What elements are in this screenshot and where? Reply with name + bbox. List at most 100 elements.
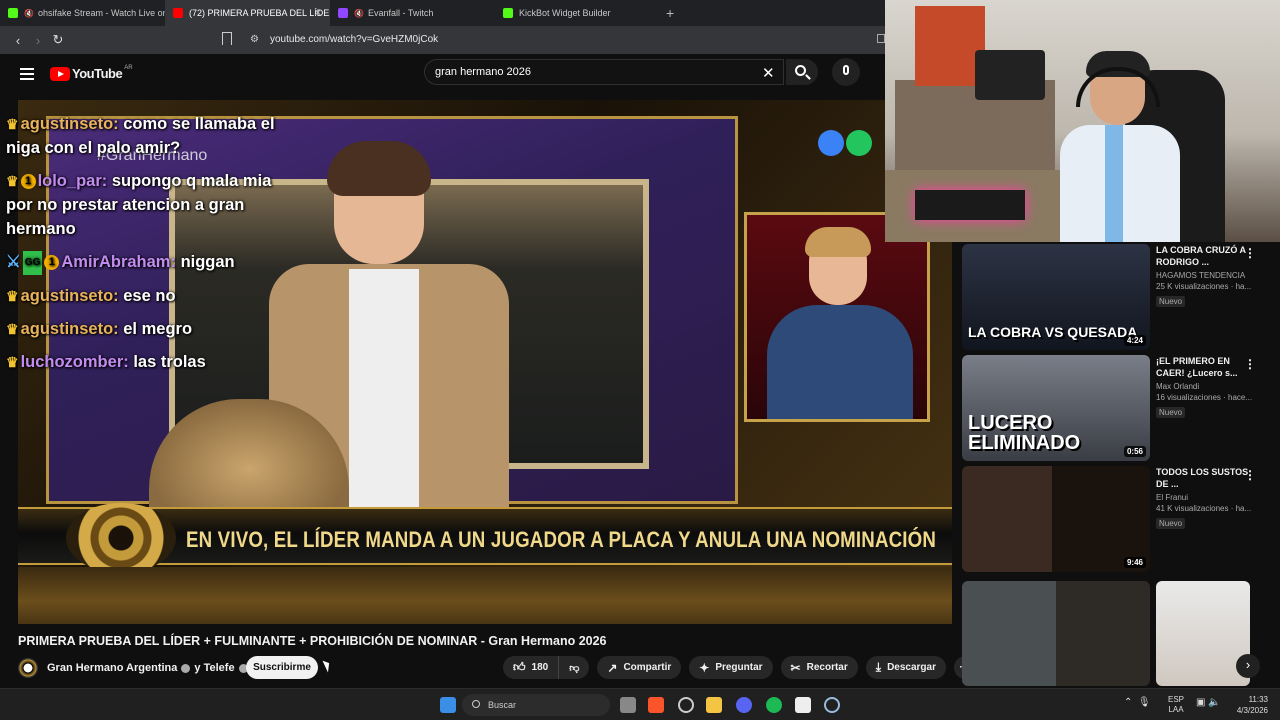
app-icon[interactable] [795,697,811,713]
discord-icon[interactable] [736,697,752,713]
close-tab-icon[interactable]: ✕ [314,8,322,19]
tab-youtube[interactable]: (72) PRIMERA PRUEBA DEL LÍDER ✕ [165,0,330,26]
rec-title[interactable]: LA COBRA CRUZÓ A RODRIGO ... [1156,244,1256,268]
banner-text: EN VIVO, EL LÍDER MANDA A UN JUGADOR A P… [186,527,937,552]
video-thumbnail[interactable] [962,581,1150,686]
twitch-icon [338,8,348,18]
kick-icon [8,8,18,18]
recommendation-item[interactable]: 9:46 TODOS LOS SUSTOS DE ... El Franui 4… [962,466,1272,572]
channel-row: Gran Hermano Argentina y Telefe [18,656,252,680]
windows-start-icon[interactable] [440,697,456,713]
search-icon [472,700,480,708]
chevron-right-icon[interactable]: › [1236,654,1260,678]
more-options-icon[interactable]: ⋮ [1244,246,1256,260]
chat-user: agustinseto: [20,115,119,133]
download-icon: ⤓ [875,660,882,674]
folder-icon[interactable] [706,697,722,713]
crown-icon: ♛ [6,320,19,337]
brave-icon[interactable] [648,697,664,713]
browser-icon[interactable] [678,697,694,713]
ask-button[interactable]: ✦ Preguntar [689,656,773,679]
clear-search-icon[interactable]: ✕ [762,64,775,82]
extension-icon[interactable] [877,34,885,43]
rec-channel[interactable]: Max Orlandi [1156,382,1256,391]
tab-label: (72) PRIMERA PRUEBA DEL LÍDER [189,8,330,18]
kickbot-icon [503,8,513,18]
video-bottom-strip [18,567,952,624]
chat-text: el megro [123,319,193,338]
network-volume-icons[interactable]: ▣ 🔈 [1196,697,1221,708]
chat-message: ♛ 1 lolo_par: supongo q mala mia por no pr… [6,169,276,241]
youtube-logo[interactable]: YouTube AR [50,65,133,81]
bookmark-icon[interactable] [222,32,232,45]
address-bar: ‹ › ↻ ⚙ youtube.com/watch?v=GveHZM0jCok [0,26,885,54]
thumbs-down-icon: 👎︎ [569,662,580,674]
chat-text: las trolas [133,352,206,371]
mouse-cursor [322,658,333,673]
mute-icon[interactable]: 🔇 [354,9,364,18]
recommendation-item[interactable]: LA COBRA VS QUESADA 4:24 LA COBRA CRUZÓ … [962,244,1272,350]
taskbar-search-label: Buscar [488,700,517,710]
recommendation-info: LA COBRA CRUZÓ A RODRIGO ... HAGAMOS TEN… [1156,244,1256,309]
subscribe-button[interactable]: Suscribirme [246,656,318,679]
more-options-icon[interactable]: ⋮ [1244,357,1256,371]
tab-kickbot[interactable]: KickBot Widget Builder [495,0,660,26]
share-button[interactable]: ↗ Compartir [597,656,682,679]
site-info-icon[interactable]: ⚙ [250,34,259,45]
like-dislike-group: 👍︎ 180 👎︎ [503,656,590,679]
channel-avatar[interactable] [18,658,38,678]
thumbs-up-icon: 👍︎ [513,660,526,674]
rec-title[interactable]: ¡EL PRIMERO EN CAER! ¿Lucero s... [1156,355,1256,379]
url-field[interactable]: youtube.com/watch?v=GveHZM0jCok [270,34,438,45]
language-indicator[interactable]: ESP LAA [1168,695,1184,715]
channel-name[interactable]: Gran Hermano Argentina [47,662,177,674]
scissors-icon: ✂ [790,660,801,675]
streamer-figure [1060,51,1180,242]
clock[interactable]: 11:33 4/3/2026 [1232,694,1268,716]
video-thumbnail[interactable]: LUCERO ELIMINADO 0:56 [962,355,1150,461]
dislike-button[interactable]: 👎︎ [559,662,589,674]
c-app-icon[interactable] [824,697,840,713]
new-badge: Nuevo [1156,296,1186,307]
more-options-icon[interactable]: ⋮ [1244,468,1256,482]
video-thumbnail[interactable]: 9:46 [962,466,1150,572]
sparkle-icon: ✦ [699,660,710,675]
clip-label: Recortar [806,662,848,673]
chat-user: agustinseto: [20,286,119,305]
share-icon: ↗ [607,660,618,675]
tab-twitch[interactable]: 🔇 Evanfall - Twitch [330,0,495,26]
tab-kick[interactable]: 🔇 ohsifake Stream - Watch Live on [0,0,165,26]
search-button[interactable] [786,59,818,85]
like-button[interactable]: 👍︎ 180 [503,656,560,679]
download-button[interactable]: ⤓ Descargar [865,656,946,679]
rec-title[interactable]: TODOS LOS SUSTOS DE ... [1156,466,1256,490]
clock-time: 11:33 [1248,695,1268,704]
search-input[interactable]: gran hermano 2026 [424,59,784,85]
recommendation-item[interactable] [962,581,1252,686]
rec-channel[interactable]: El Franui [1156,493,1256,502]
voice-search-button[interactable] [832,58,860,86]
download-label: Descargar [887,662,936,673]
channel-collab[interactable]: y Telefe [194,662,234,674]
task-view-icon[interactable] [620,697,636,713]
chat-user: luchozomber: [20,352,129,371]
spotify-icon[interactable] [766,697,782,713]
forward-icon[interactable]: › [28,33,48,48]
rec-views: 25 K visualizaciones · ha... [1156,282,1252,291]
reload-icon[interactable]: ↻ [48,32,68,48]
video-thumbnail[interactable]: LA COBRA VS QUESADA 4:24 [962,244,1150,350]
screen: 🔇 ohsifake Stream - Watch Live on (72) P… [0,0,1280,720]
menu-icon[interactable] [20,68,34,83]
recommendation-item[interactable]: LUCERO ELIMINADO 0:56 ¡EL PRIMERO EN CAE… [962,355,1272,461]
clip-button[interactable]: ✂ Recortar [780,656,858,679]
youtube-play-icon [50,66,70,81]
taskbar-search[interactable]: Buscar [462,694,610,716]
new-tab-button[interactable]: + [666,5,674,21]
tab-label: ohsifake Stream - Watch Live on [37,8,165,18]
mute-icon[interactable]: 🔇 [24,9,34,18]
verified-icon [181,663,191,673]
back-icon[interactable]: ‹ [8,33,28,48]
chat-message: ♛ agustinseto: el megro [6,317,276,341]
rec-channel[interactable]: HAGAMOS TENDENCIA [1156,271,1256,280]
system-tray-icons[interactable]: ⌃ 🎙 [1124,697,1151,708]
